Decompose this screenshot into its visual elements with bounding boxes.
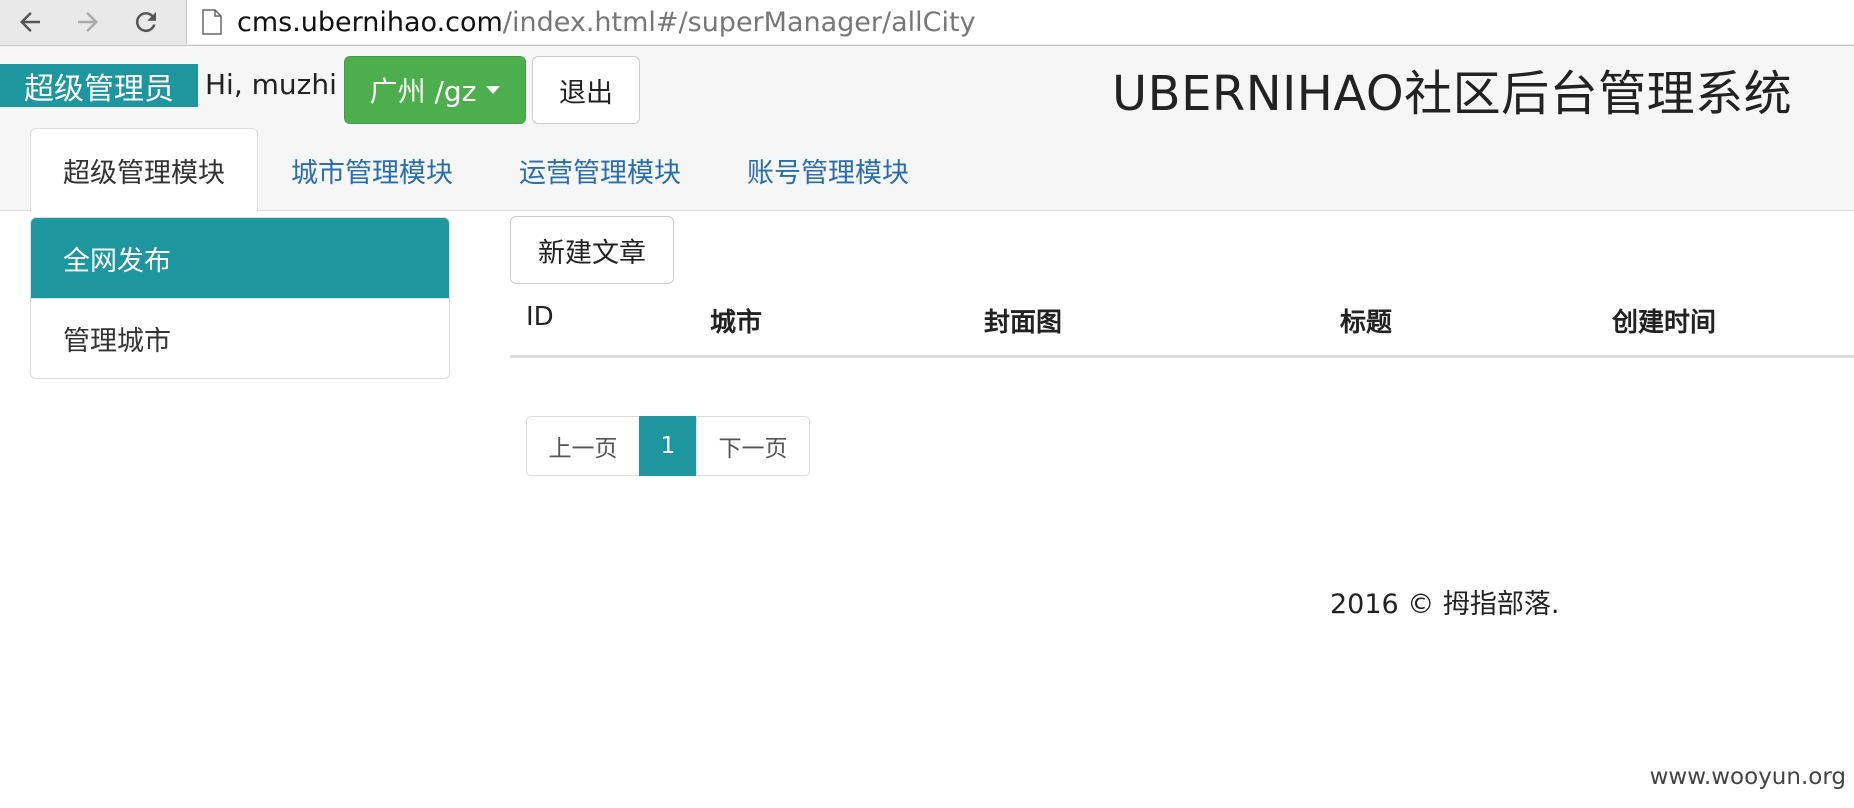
page-icon (202, 9, 222, 35)
tab-city-management[interactable]: 城市管理模块 (258, 128, 486, 211)
sidebar-item-publish-all[interactable]: 全网发布 (31, 218, 449, 298)
pagination: 上一页 1 下一页 (526, 416, 810, 476)
url-path: /index.html#/superManager/allCity (502, 6, 976, 38)
column-header-city: 城市 (710, 308, 763, 338)
city-dropdown-button[interactable]: 广州 /gz (344, 56, 526, 124)
tab-account-management[interactable]: 账号管理模块 (714, 128, 942, 211)
user-greeting: Hi, muzhi ! (205, 68, 358, 101)
new-article-button[interactable]: 新建文章 (510, 216, 674, 284)
tab-operations-management[interactable]: 运营管理模块 (486, 128, 714, 211)
next-page-button[interactable]: 下一页 (696, 416, 810, 476)
column-header-created-time: 创建时间 (1612, 308, 1717, 338)
column-header-title: 标题 (1340, 308, 1393, 338)
tab-super-management[interactable]: 超级管理模块 (30, 128, 258, 212)
browser-toolbar: cms.ubernihao.com/index.html#/superManag… (0, 0, 1854, 46)
forward-arrow-icon[interactable] (70, 4, 106, 40)
app-header: 超级管理员 Hi, muzhi ! 广州 /gz 退出 UBERNIHAO社区后… (0, 46, 1854, 212)
address-bar[interactable]: cms.ubernihao.com/index.html#/superManag… (186, 0, 1854, 44)
current-page-button[interactable]: 1 (639, 416, 697, 476)
city-dropdown-label: 广州 /gz (369, 75, 477, 108)
sidebar-item-manage-cities[interactable]: 管理城市 (31, 298, 449, 378)
system-title: UBERNIHAO社区后台管理系统 (1112, 66, 1793, 122)
caret-down-icon (486, 86, 501, 94)
table-header: ID 城市 封面图 标题 创建时间 (510, 290, 1854, 358)
previous-page-button[interactable]: 上一页 (526, 416, 640, 476)
reload-icon[interactable] (128, 4, 164, 40)
watermark: www.wooyun.org (1649, 764, 1846, 790)
column-header-cover: 封面图 (984, 308, 1063, 338)
logout-button[interactable]: 退出 (532, 56, 640, 124)
url-host: cms.ubernihao.com (237, 6, 503, 38)
footer-copyright: 2016 © 拇指部落. (1330, 589, 1560, 620)
role-badge: 超级管理员 (0, 64, 198, 107)
sidebar-menu: 全网发布 管理城市 (30, 217, 450, 379)
column-header-id: ID (526, 302, 554, 332)
module-tabs: 超级管理模块 城市管理模块 运营管理模块 账号管理模块 (30, 128, 942, 212)
back-arrow-icon[interactable] (12, 4, 48, 40)
